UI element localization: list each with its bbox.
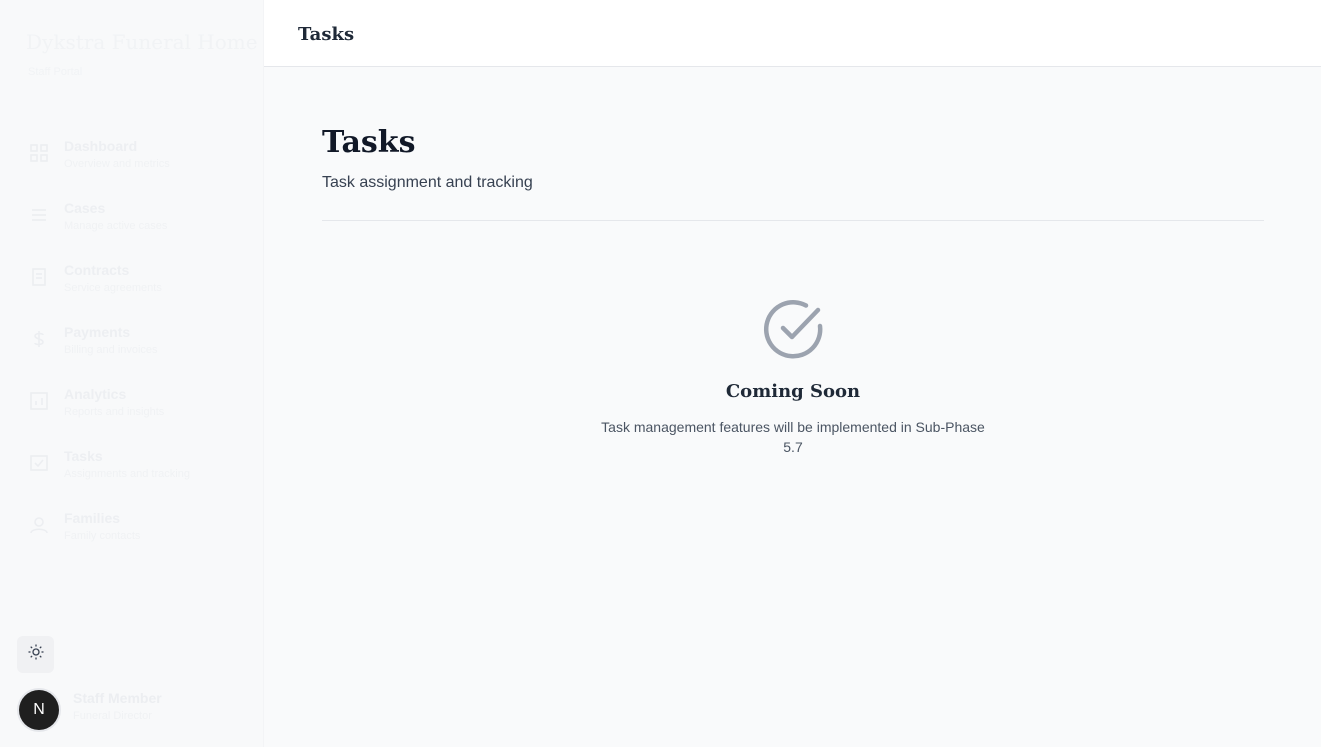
sidebar-item-desc: Manage active cases — [64, 220, 168, 232]
main-content: Tasks Task assignment and tracking Comin… — [264, 67, 1321, 747]
avatar[interactable]: N — [19, 690, 59, 730]
page-subtitle: Task assignment and tracking — [322, 174, 533, 191]
sidebar-item-desc: Assignments and tracking — [64, 468, 190, 480]
document-icon — [28, 266, 50, 288]
brand-title: Dykstra Funeral Home — [26, 30, 258, 54]
sidebar-item-desc: Service agreements — [64, 282, 162, 294]
sidebar-item-label: Dashboard — [64, 138, 138, 154]
user-profile[interactable]: N Staff Member Funeral Director — [19, 690, 259, 730]
sidebar-item-label: Contracts — [64, 262, 130, 278]
user-role: Funeral Director — [73, 710, 152, 722]
grid-icon — [28, 142, 50, 164]
sidebar-item-desc: Reports and insights — [64, 406, 165, 418]
list-icon — [28, 204, 50, 226]
sidebar-item-payments[interactable]: Payments Billing and invoices — [0, 310, 264, 372]
sidebar-item-dashboard[interactable]: Dashboard Overview and metrics — [0, 124, 264, 186]
sidebar-item-label: Families — [64, 510, 121, 526]
theme-toggle-button[interactable] — [17, 636, 54, 673]
empty-state-title: Coming Soon — [725, 381, 861, 402]
users-icon — [28, 514, 50, 536]
check-circle-icon — [762, 297, 826, 361]
sidebar-item-desc: Family contacts — [64, 530, 141, 542]
sidebar: Dykstra Funeral Home Staff Portal Dashbo… — [0, 0, 264, 747]
top-bar-title: Tasks — [298, 24, 355, 45]
sidebar-item-label: Cases — [64, 200, 106, 216]
task-icon — [28, 452, 50, 474]
dollar-icon — [28, 328, 50, 350]
brand-subtitle: Staff Portal — [28, 66, 83, 78]
sun-icon — [27, 643, 45, 666]
empty-state-description: Task management features will be impleme… — [601, 419, 985, 455]
chart-icon — [28, 390, 50, 412]
user-name: Staff Member — [73, 690, 162, 706]
sidebar-item-tasks[interactable]: Tasks Assignments and tracking — [0, 434, 264, 496]
sidebar-item-contracts[interactable]: Contracts Service agreements — [0, 248, 264, 310]
sidebar-item-analytics[interactable]: Analytics Reports and insights — [0, 372, 264, 434]
sidebar-item-desc: Overview and metrics — [64, 158, 170, 170]
sidebar-item-label: Payments — [64, 324, 131, 340]
sidebar-nav: Dashboard Overview and metrics Cases Man… — [0, 124, 264, 558]
sidebar-item-label: Tasks — [64, 448, 103, 464]
sidebar-item-families[interactable]: Families Family contacts — [0, 496, 264, 558]
top-bar: Tasks — [264, 0, 1321, 67]
sidebar-item-cases[interactable]: Cases Manage active cases — [0, 186, 264, 248]
page-title: Tasks — [322, 125, 416, 160]
divider — [322, 220, 1264, 221]
sidebar-item-desc: Billing and invoices — [64, 344, 158, 356]
sidebar-item-label: Analytics — [64, 386, 127, 402]
